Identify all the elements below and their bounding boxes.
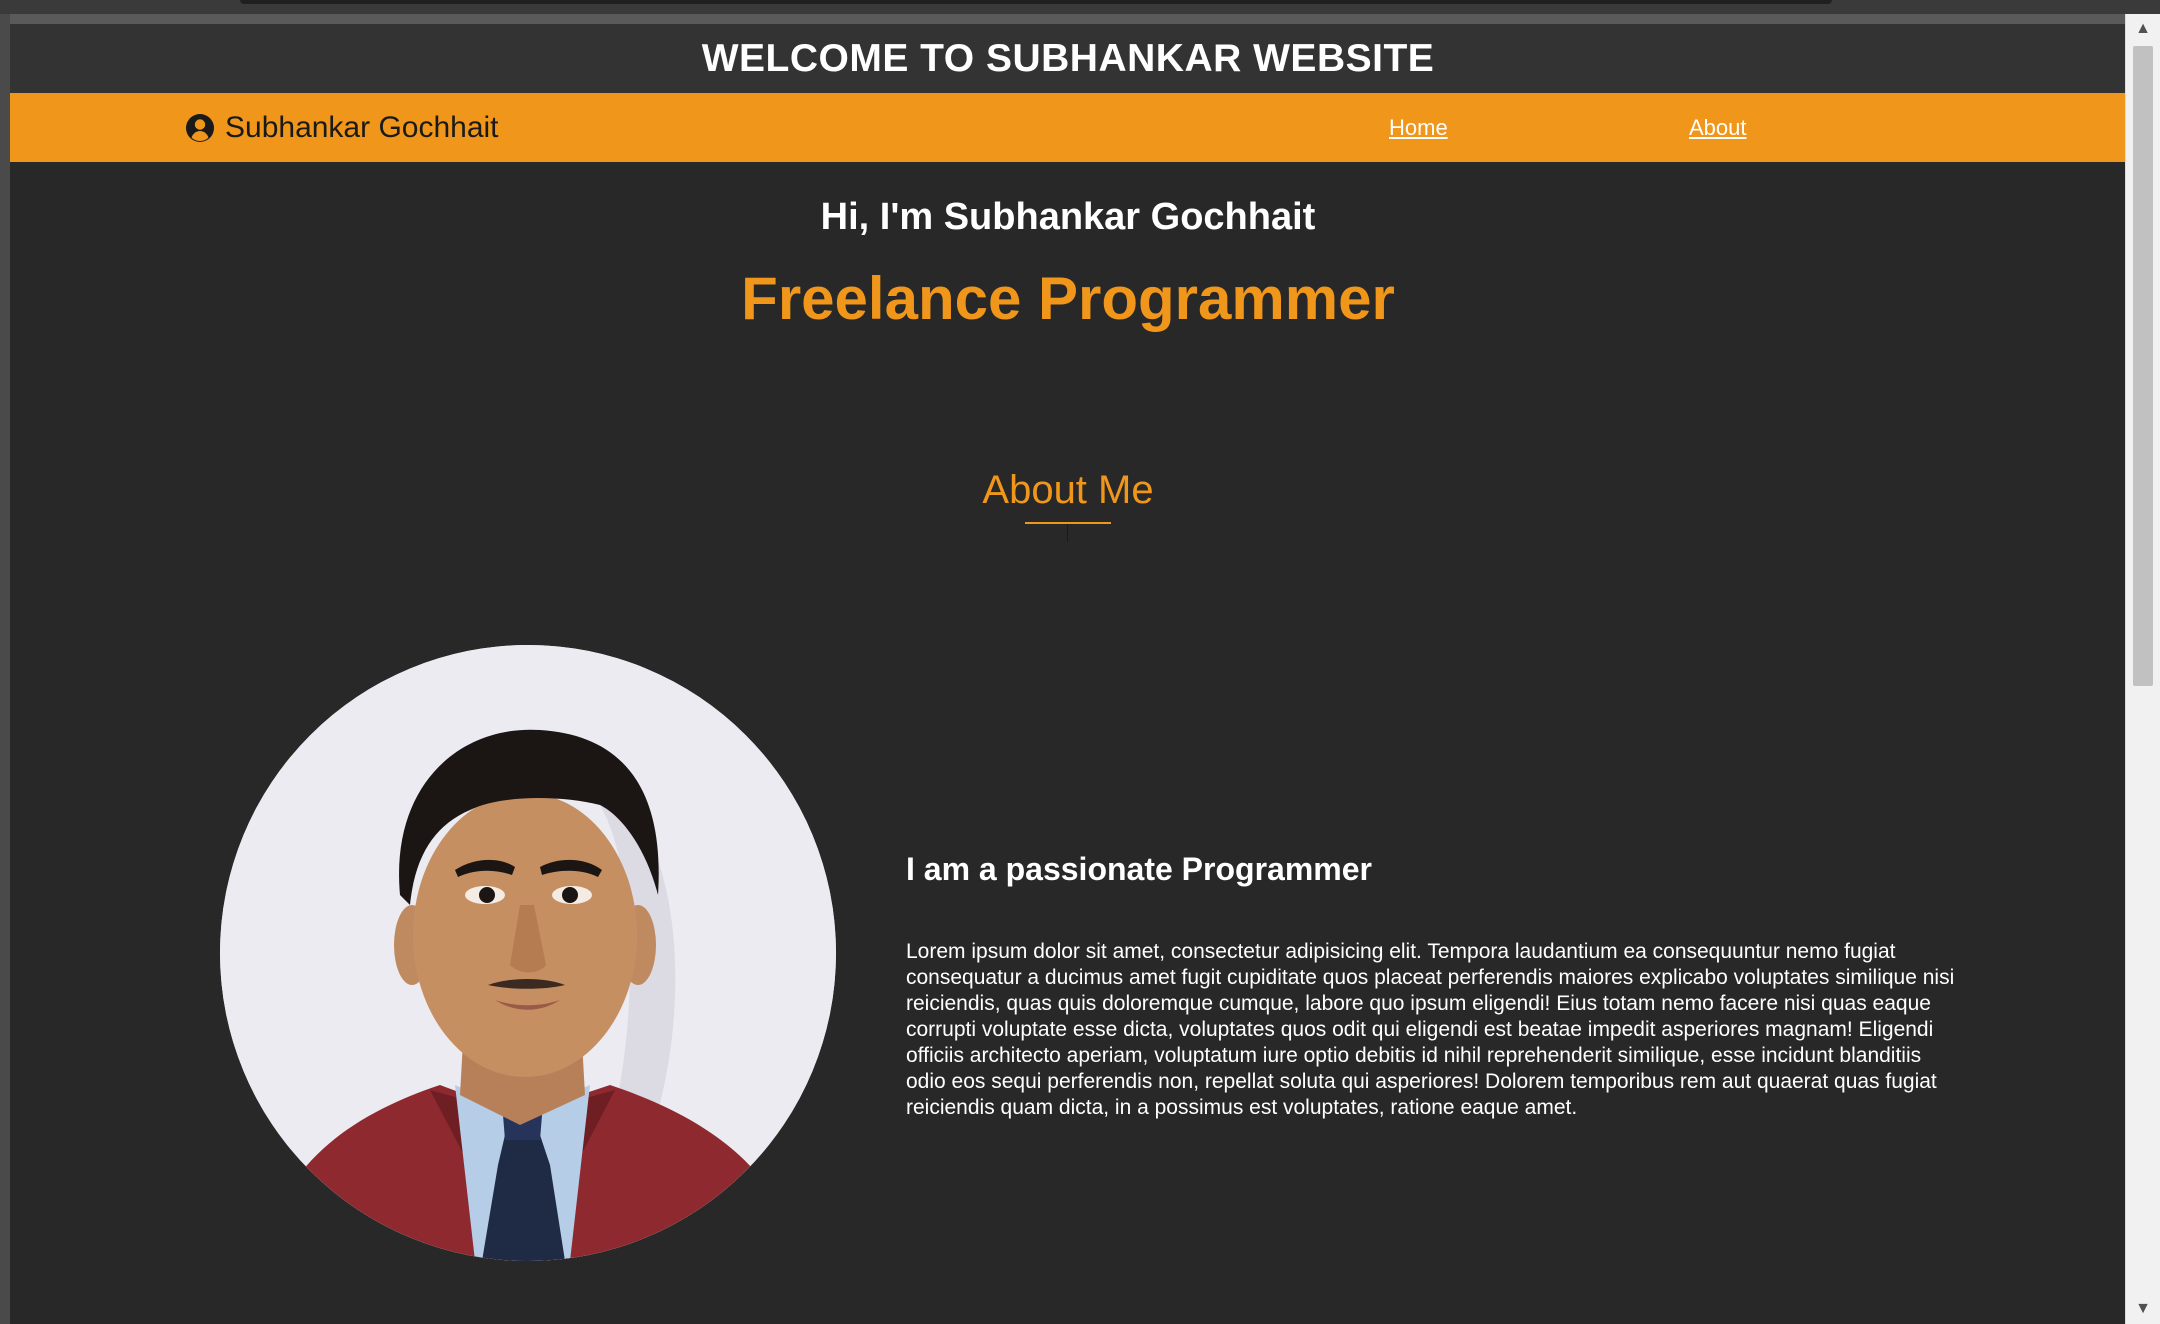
nav-link-home[interactable]: Home	[1389, 93, 1448, 162]
about-paragraph: Lorem ipsum dolor sit amet, consectetur …	[906, 940, 1955, 1119]
about-section-title: About Me	[982, 468, 1154, 512]
hero-role: Freelance Programmer	[741, 265, 1395, 332]
nav-link-about[interactable]: About	[1689, 93, 1747, 162]
browser-top-strip	[0, 0, 2160, 14]
user-circle-icon	[185, 113, 215, 143]
text-cursor	[1067, 524, 1068, 542]
scroll-down-arrow-icon[interactable]: ▼	[2126, 1294, 2160, 1324]
window-frame-left	[0, 14, 10, 1324]
banner-title: WELCOME TO SUBHANKAR WEBSITE	[701, 36, 1435, 80]
navbar: Subhankar Gochhait Home About	[10, 93, 2126, 162]
browser-tab-bar	[240, 0, 1832, 4]
scroll-up-arrow-icon[interactable]: ▲	[2126, 14, 2160, 44]
scrollbar-thumb[interactable]	[2133, 46, 2153, 686]
about-heading: I am a passionate Programmer	[906, 851, 1372, 887]
hero-greeting: Hi, I'm Subhankar Gochhait	[820, 196, 1316, 238]
page-viewport: WELCOME TO SUBHANKAR WEBSITE Subhankar G…	[10, 24, 2126, 1324]
brand[interactable]: Subhankar Gochhait	[185, 93, 499, 162]
welcome-banner: WELCOME TO SUBHANKAR WEBSITE	[10, 24, 2126, 93]
window-frame-top	[0, 14, 2160, 24]
vertical-scrollbar[interactable]: ▲ ▼	[2125, 14, 2160, 1324]
profile-photo	[220, 645, 836, 1261]
about-title-underline	[1025, 522, 1111, 524]
brand-name: Subhankar Gochhait	[225, 110, 499, 144]
